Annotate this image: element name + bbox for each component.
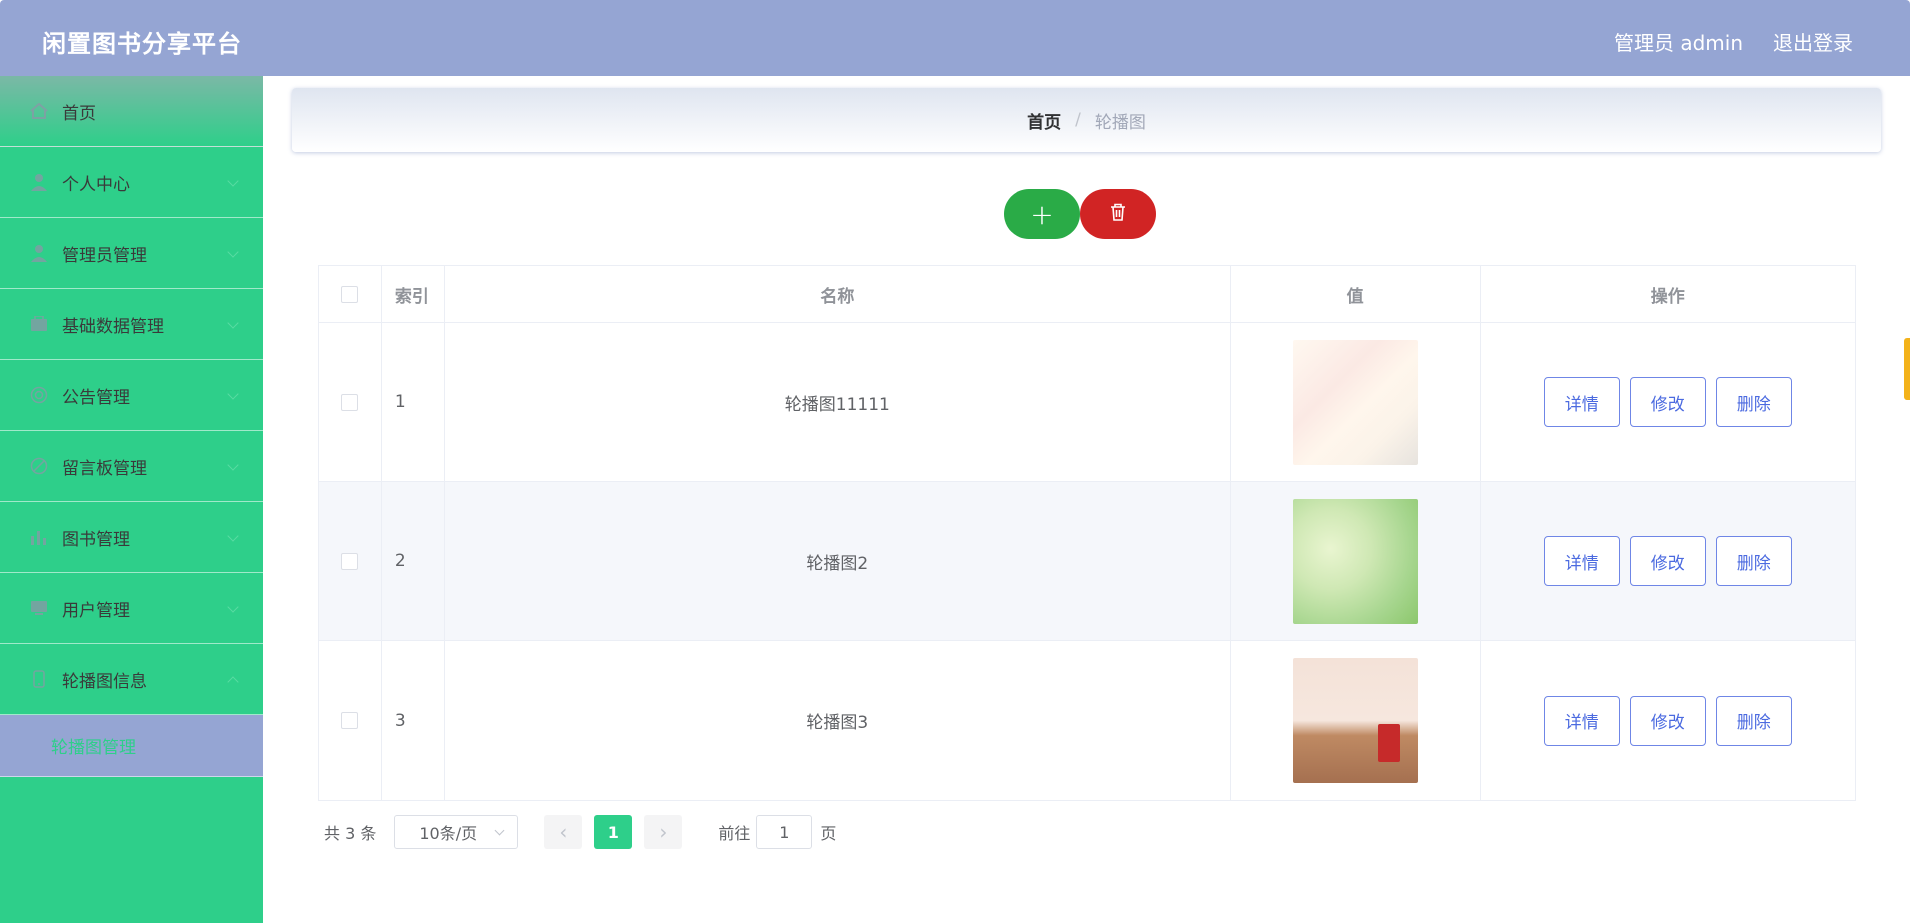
detail-button[interactable]: 详情 bbox=[1543, 377, 1620, 427]
detail-button[interactable]: 详情 bbox=[1543, 536, 1620, 586]
app-title: 闲置图书分享平台 bbox=[42, 30, 242, 58]
chevron-down-icon bbox=[227, 246, 239, 258]
sidebar-item-home[interactable]: 首页 bbox=[0, 76, 263, 147]
select-all-checkbox[interactable] bbox=[341, 285, 359, 303]
row-checkbox[interactable] bbox=[341, 552, 359, 570]
chevron-down-icon bbox=[227, 601, 239, 613]
current-user: 管理员 admin bbox=[1613, 31, 1743, 55]
chevron-up-icon bbox=[227, 676, 239, 688]
sidebar-item-admin-management[interactable]: 管理员管理 bbox=[0, 218, 263, 289]
goto-page-input[interactable]: 1 bbox=[756, 815, 813, 849]
top-header: 闲置图书分享平台 管理员 admin 退出登录 bbox=[0, 0, 1910, 76]
sidebar-item-label: 基础数据管理 bbox=[62, 316, 164, 337]
delete-button[interactable]: 删除 bbox=[1715, 536, 1792, 586]
sidebar-item-label: 个人中心 bbox=[62, 174, 130, 195]
breadcrumb-current: 轮播图 bbox=[1094, 112, 1146, 133]
total-count: 共 3 条 bbox=[324, 824, 377, 843]
table-header-row: 索引 名称 值 操作 bbox=[319, 266, 1855, 323]
page-unit-label: 页 bbox=[820, 824, 837, 843]
chevron-down-icon bbox=[227, 530, 239, 542]
page-size-select[interactable]: 10条/页 bbox=[394, 815, 519, 849]
row-name: 轮播图3 bbox=[445, 641, 1231, 800]
delete-button[interactable]: 删除 bbox=[1715, 695, 1792, 746]
sidebar-item-user-management[interactable]: 用户管理 bbox=[0, 573, 263, 644]
add-button[interactable]: + bbox=[1004, 189, 1080, 239]
page-size-value: 10条/页 bbox=[419, 824, 478, 843]
pagination: 共 3 条 10条/页 ‹ 1 › 前往 1 页 bbox=[324, 815, 836, 849]
chevron-down-icon bbox=[227, 459, 239, 471]
row-index: 1 bbox=[382, 323, 445, 481]
row-index: 2 bbox=[382, 482, 445, 640]
sidebar-subitem-carousel-management[interactable]: 轮播图管理 bbox=[0, 715, 263, 777]
sidebar-item-label: 用户管理 bbox=[62, 600, 130, 621]
notice-icon bbox=[30, 386, 48, 404]
message-icon bbox=[30, 457, 48, 475]
carousel-thumbnail[interactable] bbox=[1292, 498, 1418, 624]
goto-label: 前往 bbox=[718, 824, 751, 843]
chevron-down-icon bbox=[494, 825, 505, 836]
sidebar-item-label: 公告管理 bbox=[62, 387, 130, 408]
table-row: 2 轮播图2 详情 修改 删除 bbox=[319, 482, 1855, 641]
delete-button[interactable]: 删除 bbox=[1715, 377, 1792, 427]
sidebar-item-personal-center[interactable]: 个人中心 bbox=[0, 147, 263, 218]
sidebar-item-label: 轮播图信息 bbox=[62, 671, 147, 692]
chevron-down-icon bbox=[227, 175, 239, 187]
batch-delete-button[interactable] bbox=[1080, 189, 1156, 239]
chevron-down-icon bbox=[227, 317, 239, 329]
column-header-name: 名称 bbox=[445, 266, 1231, 322]
sidebar: 首页 个人中心 管理员管理 基础数据管理 公告管理 留言板管理 图书管理 用户管… bbox=[0, 76, 263, 923]
phone-icon bbox=[30, 670, 48, 688]
sidebar-item-label: 留言板管理 bbox=[62, 458, 147, 479]
sidebar-item-label: 首页 bbox=[62, 103, 96, 124]
chevron-down-icon bbox=[227, 388, 239, 400]
carousel-thumbnail[interactable] bbox=[1292, 339, 1418, 465]
row-name: 轮播图2 bbox=[445, 482, 1231, 640]
table-row: 1 轮播图11111 详情 修改 删除 bbox=[319, 323, 1855, 482]
breadcrumb: 首页 / 轮播图 bbox=[292, 88, 1881, 152]
users-icon bbox=[30, 599, 48, 617]
breadcrumb-home[interactable]: 首页 bbox=[1027, 108, 1061, 133]
sidebar-item-basic-data[interactable]: 基础数据管理 bbox=[0, 289, 263, 360]
carousel-thumbnail[interactable] bbox=[1292, 658, 1418, 783]
side-tab-handle[interactable] bbox=[1904, 338, 1910, 400]
row-checkbox[interactable] bbox=[341, 393, 359, 411]
user-icon bbox=[30, 173, 48, 191]
next-page-button[interactable]: › bbox=[644, 815, 683, 849]
sidebar-item-carousel-info[interactable]: 轮播图信息 bbox=[0, 644, 263, 715]
table-row: 3 轮播图3 详情 修改 删除 bbox=[319, 641, 1855, 800]
edit-button[interactable]: 修改 bbox=[1629, 536, 1706, 586]
edit-button[interactable]: 修改 bbox=[1629, 695, 1706, 746]
column-header-index: 索引 bbox=[382, 266, 445, 322]
carousel-table: 索引 名称 值 操作 1 轮播图11111 详情 修改 删除 2 轮播图2 详情… bbox=[318, 265, 1856, 801]
sidebar-item-book-management[interactable]: 图书管理 bbox=[0, 502, 263, 573]
row-index: 3 bbox=[382, 641, 445, 800]
row-checkbox[interactable] bbox=[341, 712, 359, 729]
edit-button[interactable]: 修改 bbox=[1629, 377, 1706, 427]
chart-icon bbox=[30, 528, 48, 546]
home-icon bbox=[30, 102, 48, 120]
prev-page-button[interactable]: ‹ bbox=[544, 815, 583, 849]
page-number-1[interactable]: 1 bbox=[594, 815, 633, 849]
breadcrumb-separator: / bbox=[1075, 110, 1081, 130]
column-header-value: 值 bbox=[1231, 266, 1481, 322]
database-icon bbox=[30, 315, 48, 333]
sidebar-item-message-board[interactable]: 留言板管理 bbox=[0, 431, 263, 502]
sidebar-item-label: 管理员管理 bbox=[62, 245, 147, 266]
admin-icon bbox=[30, 244, 48, 262]
sidebar-item-label: 图书管理 bbox=[62, 529, 130, 550]
detail-button[interactable]: 详情 bbox=[1543, 695, 1620, 746]
row-name: 轮播图11111 bbox=[445, 323, 1231, 481]
trash-icon bbox=[1110, 203, 1126, 225]
sidebar-item-notice[interactable]: 公告管理 bbox=[0, 360, 263, 431]
column-header-ops: 操作 bbox=[1650, 286, 1685, 307]
logout-link[interactable]: 退出登录 bbox=[1773, 27, 1853, 56]
